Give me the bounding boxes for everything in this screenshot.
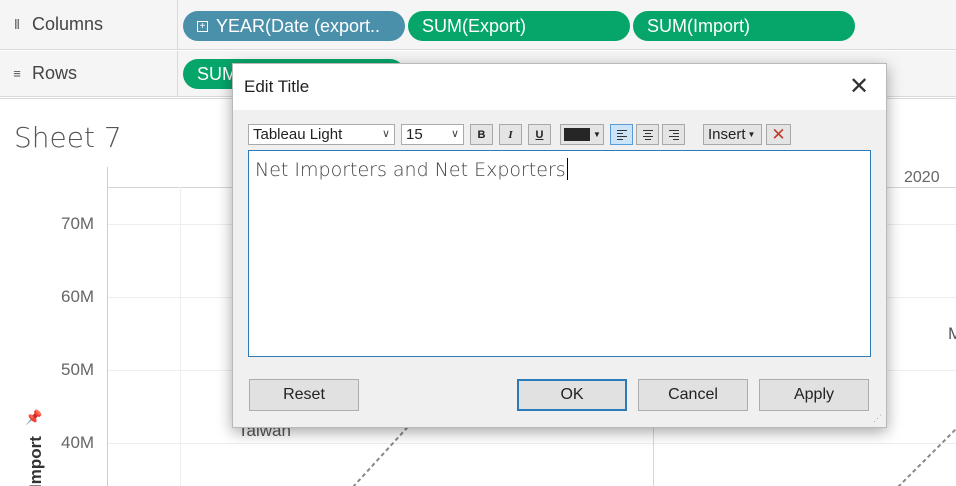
underline-button[interactable]: U <box>528 124 551 145</box>
edit-title-dialog: Edit Title ✕ Tableau Light ∨ 15 ∨ B I U … <box>232 63 887 428</box>
title-text: Net Importers and Net Exporters <box>255 159 566 181</box>
font-family-value: Tableau Light <box>253 126 343 143</box>
align-center-icon <box>642 129 653 140</box>
align-right-icon <box>668 129 679 140</box>
format-toolbar: Tableau Light ∨ 15 ∨ B I U ▼ Insert ▼ ✕ <box>248 124 878 146</box>
columns-label: Columns <box>32 14 104 34</box>
title-text-editor[interactable]: Net Importers and Net Exporters <box>248 150 871 357</box>
pill-rows-sum-label: SUM <box>197 63 237 84</box>
columns-shelf: ⫴ Columns + YEAR(Date (export.. SUM(Expo… <box>0 0 956 50</box>
columns-icon: ⫴ <box>14 16 20 32</box>
chevron-down-icon: ∨ <box>381 128 390 140</box>
expand-plus-icon[interactable]: + <box>197 20 208 32</box>
pill-sum-export[interactable]: SUM(Export) <box>408 11 630 41</box>
bold-icon: B <box>477 128 486 141</box>
text-caret <box>566 158 568 180</box>
trend-line <box>897 428 956 486</box>
pill-sum-export-label: SUM(Export) <box>422 15 527 36</box>
dropdown-arrow-icon: ▼ <box>747 130 756 139</box>
dialog-titlebar[interactable]: Edit Title ✕ <box>233 64 886 110</box>
color-swatch <box>564 128 590 141</box>
resize-grip-icon[interactable]: ⋰ <box>873 414 883 424</box>
align-left-button[interactable] <box>610 124 633 145</box>
pill-sum-import[interactable]: SUM(Import) <box>633 11 855 41</box>
insert-label: Insert <box>708 126 746 143</box>
font-size-select[interactable]: 15 ∨ <box>401 124 464 145</box>
reset-label: Reset <box>283 386 325 403</box>
apply-button[interactable]: Apply <box>759 379 869 411</box>
italic-button[interactable]: I <box>499 124 522 145</box>
align-left-icon <box>616 129 627 140</box>
text-color-picker[interactable]: ▼ <box>560 124 604 145</box>
rows-label: Rows <box>32 63 78 83</box>
cancel-button[interactable]: Cancel <box>638 379 748 411</box>
pill-year-date-label: YEAR(Date (export.. <box>216 15 381 36</box>
reset-button[interactable]: Reset <box>249 379 359 411</box>
pill-year-date[interactable]: + YEAR(Date (export.. <box>183 11 405 41</box>
font-family-select[interactable]: Tableau Light ∨ <box>248 124 395 145</box>
rows-icon: ≡ <box>13 66 21 81</box>
clear-formatting-icon[interactable]: ✕ <box>766 124 791 145</box>
columns-shelf-label: ⫴ Columns <box>0 0 178 49</box>
bold-button[interactable]: B <box>470 124 493 145</box>
dropdown-arrow-icon: ▼ <box>593 130 601 139</box>
align-center-button[interactable] <box>636 124 659 145</box>
close-icon[interactable]: ✕ <box>844 75 874 99</box>
apply-label: Apply <box>793 386 835 403</box>
dialog-title: Edit Title <box>244 77 310 96</box>
underline-icon: U <box>535 128 544 141</box>
cancel-label: Cancel <box>668 386 718 403</box>
font-size-value: 15 <box>406 126 423 143</box>
align-right-button[interactable] <box>662 124 685 145</box>
italic-icon: I <box>508 128 513 141</box>
ok-button[interactable]: OK <box>517 379 627 411</box>
chevron-down-icon: ∨ <box>450 128 459 140</box>
insert-menu-button[interactable]: Insert ▼ <box>703 124 762 145</box>
pill-sum-import-label: SUM(Import) <box>647 15 750 36</box>
ok-label: OK <box>560 386 584 403</box>
trend-line <box>352 418 416 486</box>
rows-shelf-label: ≡ Rows <box>0 51 178 96</box>
